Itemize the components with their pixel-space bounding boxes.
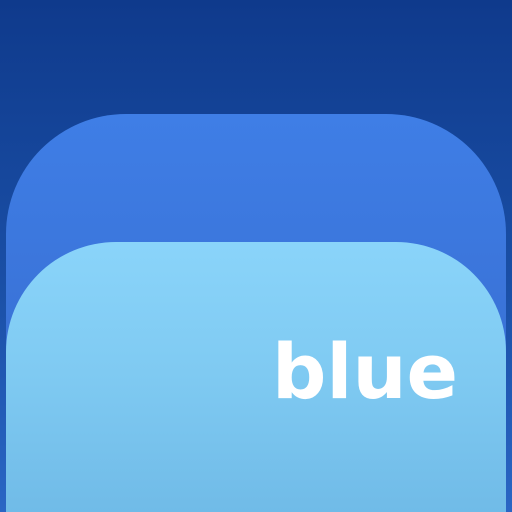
blue-app-icon: blue (0, 0, 512, 512)
wordmark: blue (272, 327, 459, 416)
